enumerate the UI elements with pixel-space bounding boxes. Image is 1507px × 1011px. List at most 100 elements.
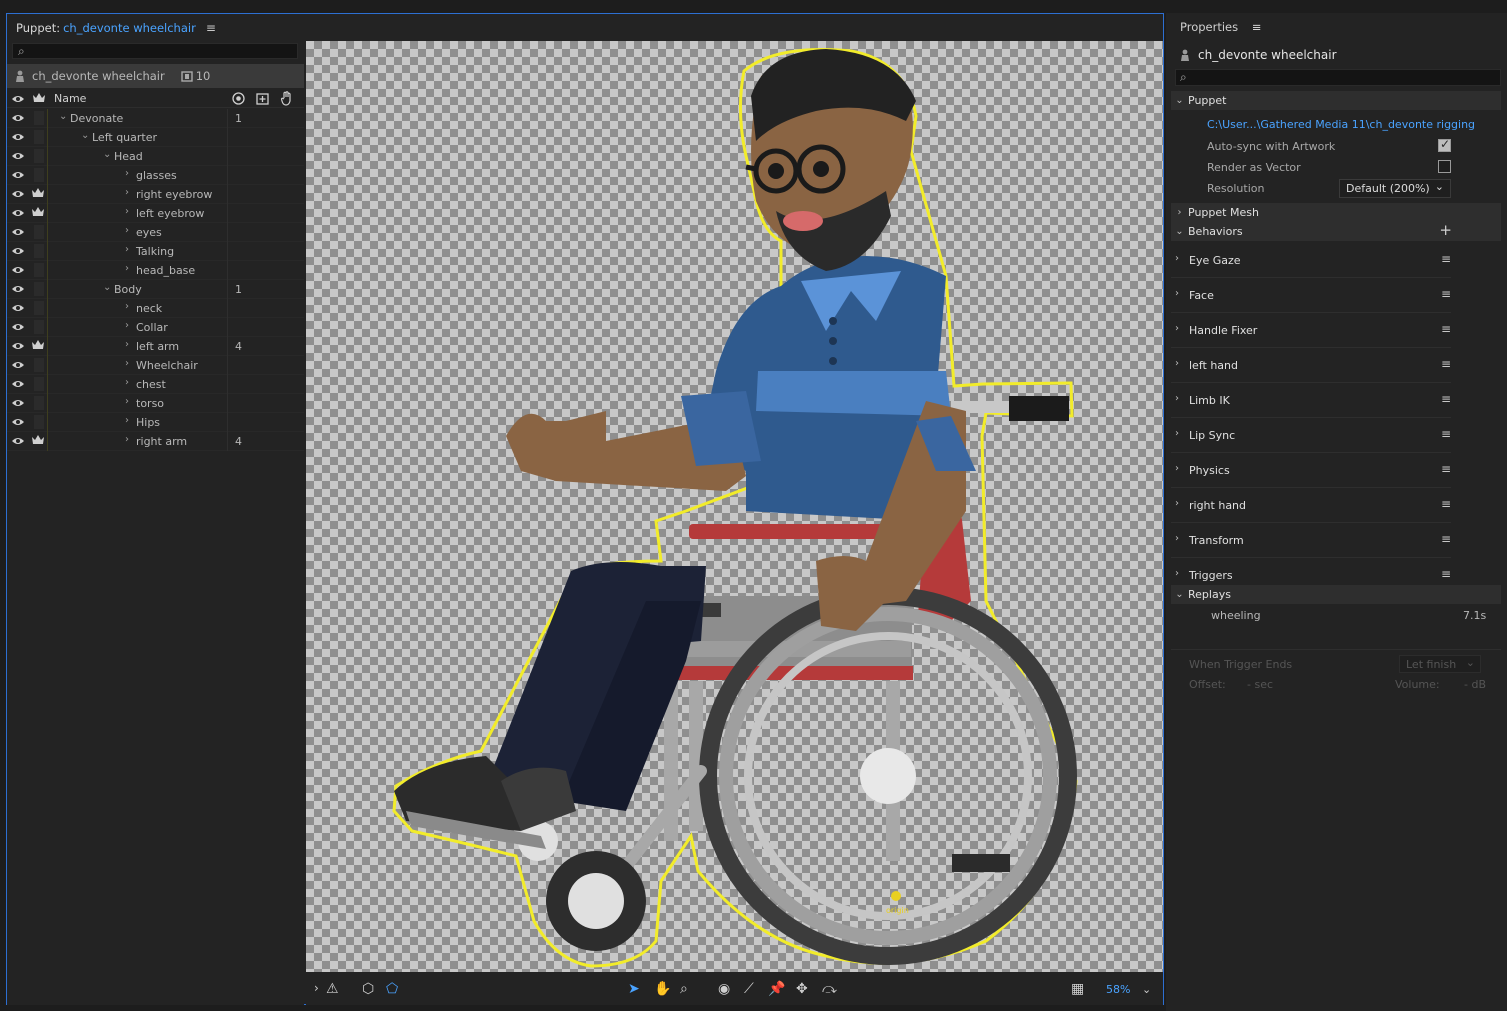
chevron-right-icon[interactable]: › xyxy=(125,168,129,179)
visibility-eye-icon[interactable] xyxy=(11,436,25,449)
visibility-eye-icon[interactable] xyxy=(11,379,25,392)
crown-icon[interactable] xyxy=(31,206,47,220)
chevron-down-icon[interactable]: ⌄ xyxy=(59,111,67,122)
when-trigger-ends-select[interactable]: Let finish ⌄ xyxy=(1399,655,1481,673)
puppet-stage-canvas[interactable]: origin xyxy=(306,41,1163,972)
handle-tool-icon[interactable]: ✥ xyxy=(796,981,808,997)
behavior-item[interactable]: › Face ≡ xyxy=(1171,278,1451,313)
visibility-eye-icon[interactable] xyxy=(11,170,25,183)
layer-row[interactable]: › chest xyxy=(7,375,304,394)
chevron-down-icon[interactable]: ⌄ xyxy=(103,149,111,160)
chevron-right-icon[interactable]: › xyxy=(125,396,129,407)
chevron-right-icon[interactable]: › xyxy=(1175,358,1179,369)
layer-row[interactable]: ⌄ Devonate 1 xyxy=(7,109,304,128)
layer-row[interactable]: › right arm 4 xyxy=(7,432,304,451)
chevron-right-icon[interactable]: › xyxy=(125,225,129,236)
panel-menu-icon[interactable]: ≡ xyxy=(206,21,216,35)
outline-icon[interactable]: ⬠ xyxy=(386,981,398,997)
behavior-menu-icon[interactable]: ≡ xyxy=(1441,567,1451,581)
visibility-eye-icon[interactable] xyxy=(11,341,25,354)
visibility-eye-icon[interactable] xyxy=(11,322,25,335)
transparency-grid-icon[interactable]: ▦ xyxy=(1071,981,1084,997)
chevron-right-icon[interactable]: › xyxy=(314,981,319,995)
chevron-right-icon[interactable]: › xyxy=(1175,428,1179,439)
chevron-right-icon[interactable]: › xyxy=(125,377,129,388)
chevron-right-icon[interactable]: › xyxy=(125,415,129,426)
chevron-down-icon[interactable]: ⌄ xyxy=(81,130,89,141)
behavior-menu-icon[interactable]: ≡ xyxy=(1441,427,1451,441)
layer-row[interactable]: › Hips xyxy=(7,413,304,432)
visibility-eye-icon[interactable] xyxy=(11,265,25,278)
dangle-tool-icon[interactable]: ⤼ xyxy=(822,981,837,997)
chevron-right-icon[interactable]: › xyxy=(125,187,129,198)
pin-tool-icon[interactable]: 📌 xyxy=(768,981,785,997)
behavior-item[interactable]: › Physics ≡ xyxy=(1171,453,1451,488)
behavior-menu-icon[interactable]: ≡ xyxy=(1441,252,1451,266)
behavior-item[interactable]: › Eye Gaze ≡ xyxy=(1171,243,1451,278)
behavior-item[interactable]: › Transform ≡ xyxy=(1171,523,1451,558)
layer-row[interactable]: › eyes xyxy=(7,223,304,242)
layer-row[interactable]: › right eyebrow xyxy=(7,185,304,204)
visibility-eye-icon[interactable] xyxy=(11,246,25,259)
properties-menu-icon[interactable]: ≡ xyxy=(1252,20,1262,34)
chevron-right-icon[interactable]: › xyxy=(125,358,129,369)
root-layer[interactable]: ch_devonte wheelchair 10 xyxy=(7,64,304,88)
chevron-right-icon[interactable]: › xyxy=(1175,568,1179,579)
chevron-right-icon[interactable]: › xyxy=(125,263,129,274)
behavior-item[interactable]: › right hand ≡ xyxy=(1171,488,1451,523)
visibility-eye-icon[interactable] xyxy=(11,151,25,164)
behavior-menu-icon[interactable]: ≡ xyxy=(1441,532,1451,546)
independent-column-icon[interactable] xyxy=(256,92,269,105)
properties-search-input[interactable]: ⌕ xyxy=(1175,69,1501,86)
chevron-right-icon[interactable]: › xyxy=(125,320,129,331)
handle-column-icon[interactable] xyxy=(280,91,293,106)
layer-row[interactable]: › torso xyxy=(7,394,304,413)
section-puppet-mesh[interactable]: › Puppet Mesh xyxy=(1171,203,1501,222)
behavior-item[interactable]: › Limb IK ≡ xyxy=(1171,383,1451,418)
zoom-tool-icon[interactable]: ⌕ xyxy=(680,981,688,997)
chevron-down-icon[interactable]: ⌄ xyxy=(103,282,111,293)
visibility-eye-icon[interactable] xyxy=(11,113,25,126)
layer-row[interactable]: › left eyebrow xyxy=(7,204,304,223)
select-tool-icon[interactable]: ➤ xyxy=(628,981,640,997)
visibility-eye-icon[interactable] xyxy=(11,417,25,430)
layer-row[interactable]: › glasses xyxy=(7,166,304,185)
behavior-item[interactable]: › Handle Fixer ≡ xyxy=(1171,313,1451,348)
puppet-path-link[interactable]: C:\User...\Gathered Media 11\ch_devonte … xyxy=(1207,118,1475,131)
layer-row[interactable]: › left arm 4 xyxy=(7,337,304,356)
visibility-eye-icon[interactable] xyxy=(11,303,25,316)
behavior-menu-icon[interactable]: ≡ xyxy=(1441,497,1451,511)
chevron-right-icon[interactable]: › xyxy=(1175,288,1179,299)
chevron-right-icon[interactable]: › xyxy=(125,206,129,217)
chevron-right-icon[interactable]: › xyxy=(125,301,129,312)
crown-icon[interactable] xyxy=(31,434,47,448)
behavior-item[interactable]: › Lip Sync ≡ xyxy=(1171,418,1451,453)
crown-icon[interactable] xyxy=(31,339,47,353)
section-behaviors[interactable]: ⌄ Behaviors + xyxy=(1171,221,1501,241)
layer-row[interactable]: › Wheelchair xyxy=(7,356,304,375)
behavior-menu-icon[interactable]: ≡ xyxy=(1441,287,1451,301)
layer-row[interactable]: ⌄ Head xyxy=(7,147,304,166)
visibility-eye-icon[interactable] xyxy=(11,284,25,297)
mesh-icon[interactable]: ⬡ xyxy=(362,981,374,997)
offset-value[interactable]: - sec xyxy=(1247,678,1273,691)
chevron-right-icon[interactable]: › xyxy=(1175,533,1179,544)
replay-item[interactable]: wheeling 7.1s xyxy=(1171,606,1501,626)
auto-sync-checkbox[interactable] xyxy=(1438,137,1451,152)
behavior-item[interactable]: › left hand ≡ xyxy=(1171,348,1451,383)
chevron-right-icon[interactable]: › xyxy=(125,434,129,445)
chevron-right-icon[interactable]: › xyxy=(125,339,129,350)
section-replays[interactable]: ⌄ Replays xyxy=(1171,585,1501,604)
behavior-menu-icon[interactable]: ≡ xyxy=(1441,462,1451,476)
volume-value[interactable]: - dB xyxy=(1464,678,1486,691)
layer-row[interactable]: › Collar xyxy=(7,318,304,337)
zoom-value[interactable]: 58% xyxy=(1106,983,1130,996)
layer-row[interactable]: ⌄ Body 1 xyxy=(7,280,304,299)
visibility-eye-icon[interactable] xyxy=(11,208,25,221)
visibility-eye-icon[interactable] xyxy=(11,132,25,145)
behavior-menu-icon[interactable]: ≡ xyxy=(1441,357,1451,371)
layer-search-input[interactable]: ⌕ xyxy=(12,43,298,59)
layer-row[interactable]: ⌄ Left quarter xyxy=(7,128,304,147)
resolution-select[interactable]: Default (200%) ⌄ xyxy=(1339,179,1451,198)
hand-tool-icon[interactable]: ✋ xyxy=(654,981,671,997)
